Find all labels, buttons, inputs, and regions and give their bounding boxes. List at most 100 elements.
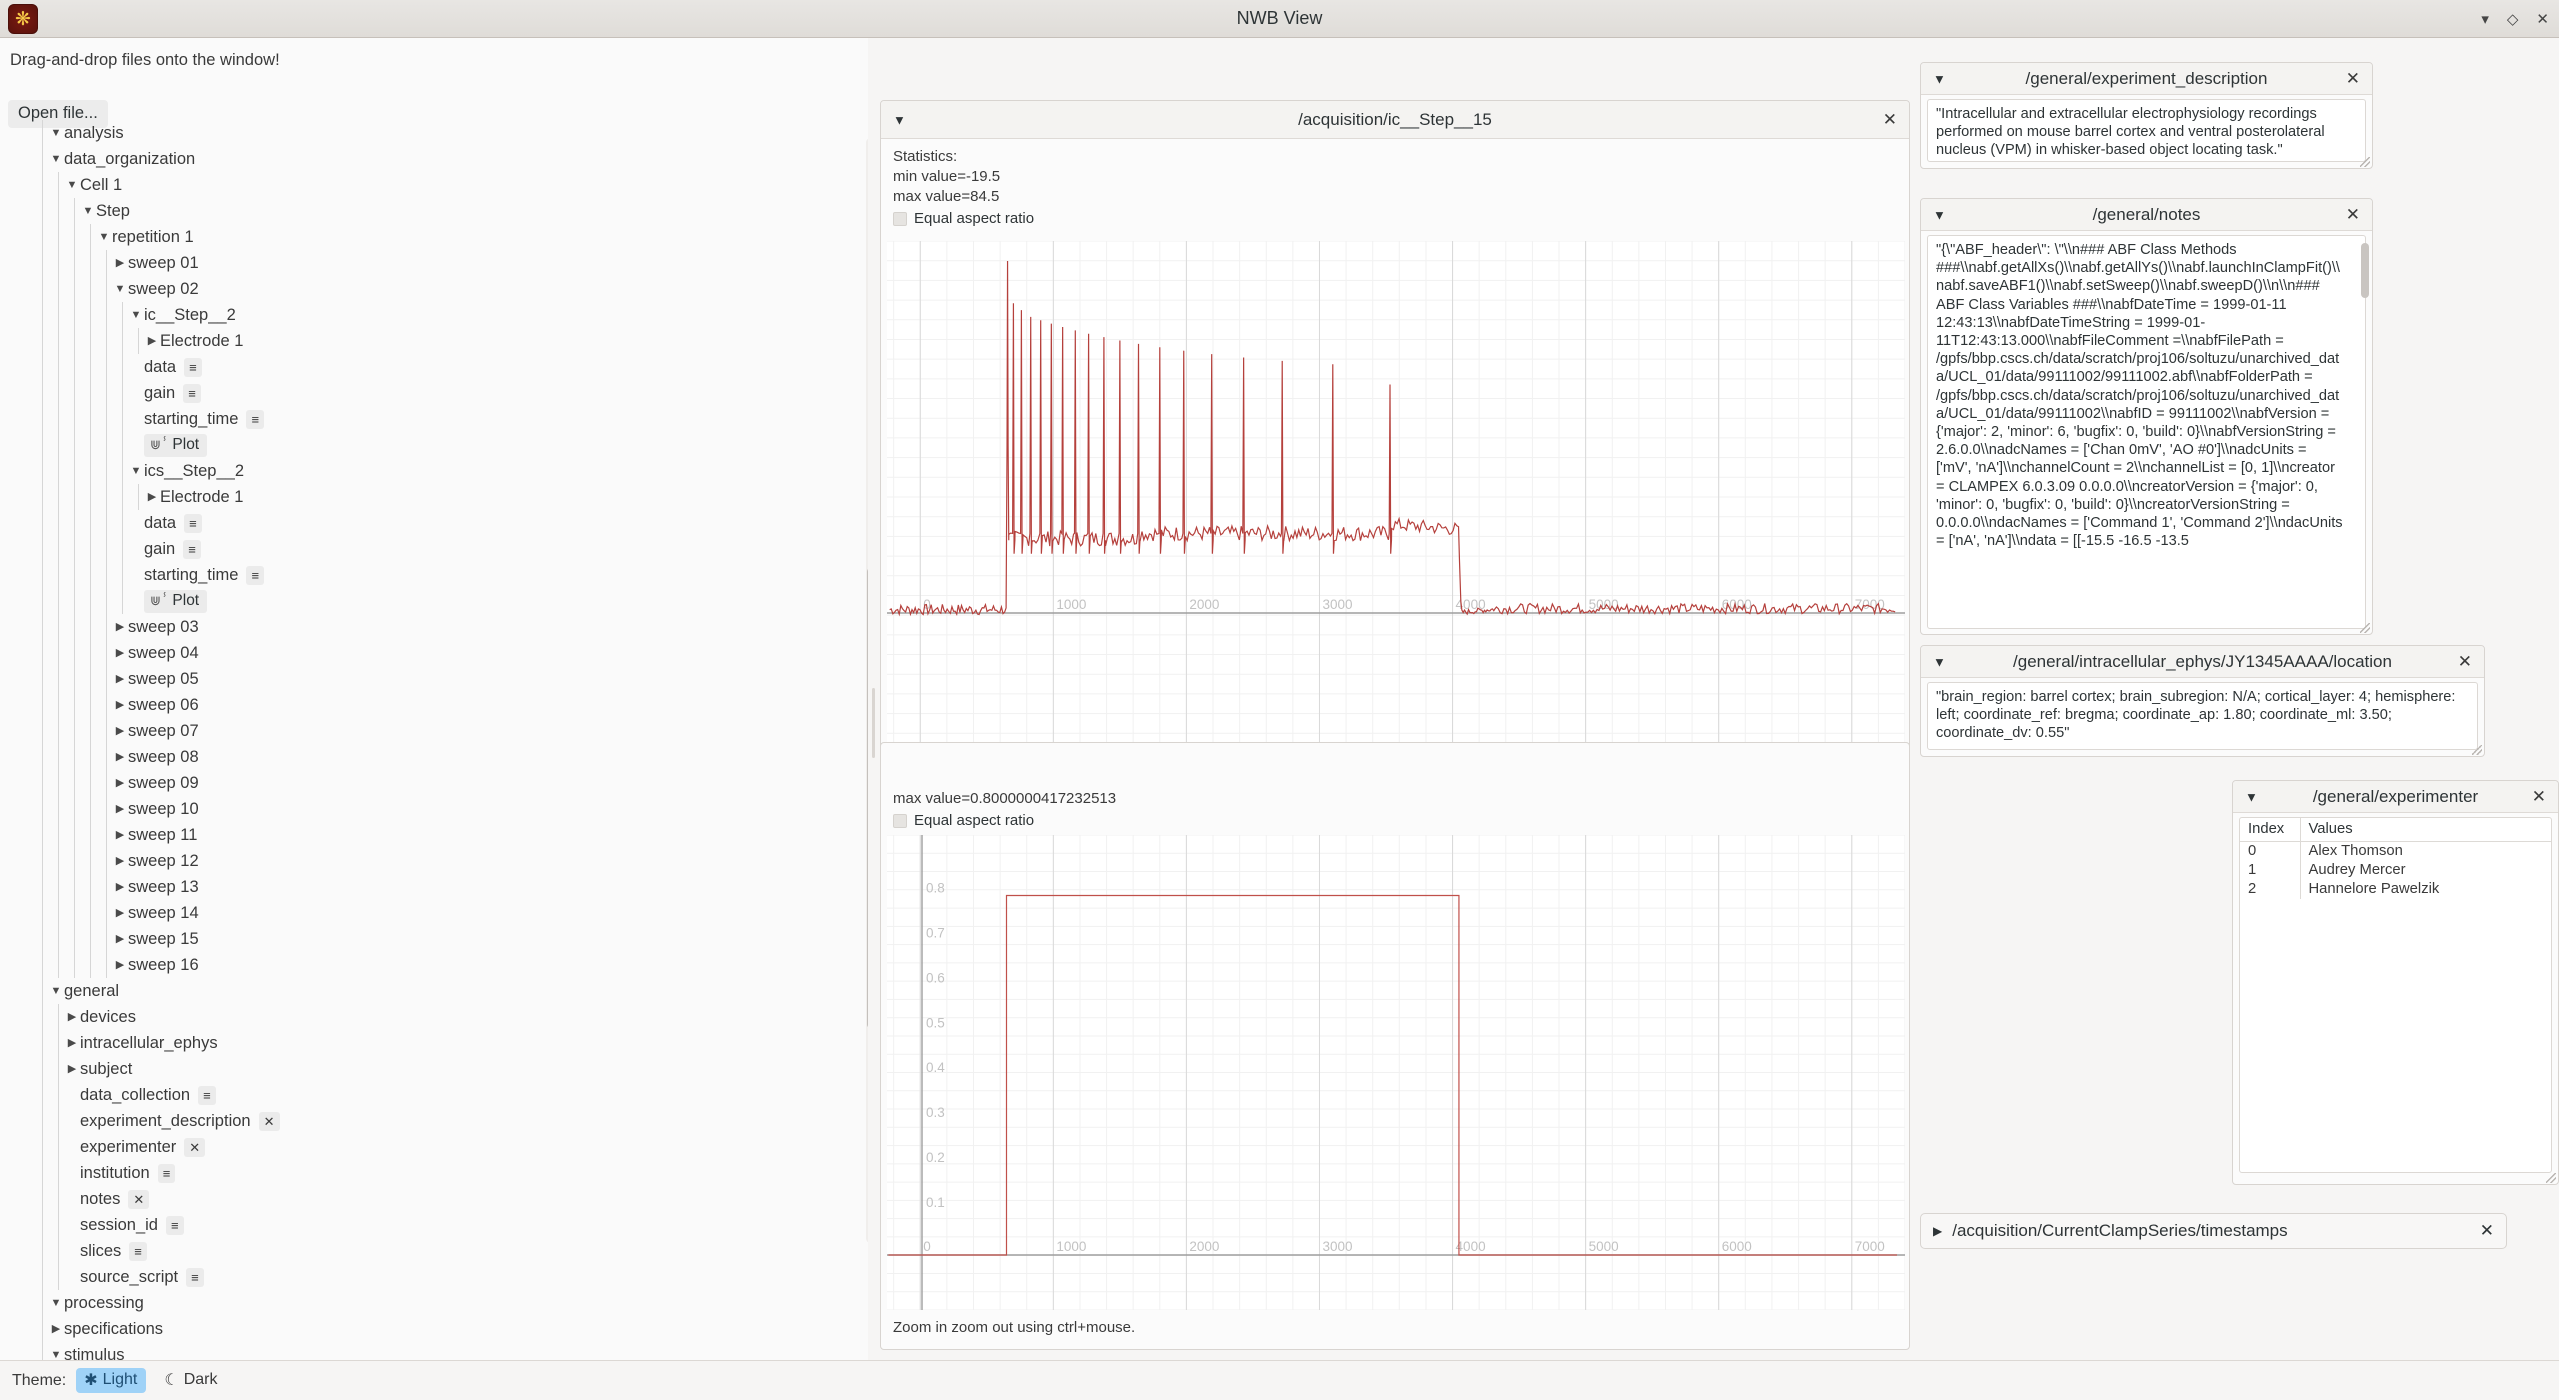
left-splitter[interactable]	[868, 38, 880, 1360]
caret-right-icon[interactable]: ▶	[112, 770, 128, 796]
tree-item-sweep-10[interactable]: ▶ sweep 10	[0, 796, 868, 822]
close-icon[interactable]: ✕	[1883, 110, 1897, 130]
tree-item-analysis[interactable]: ▼ analysis	[0, 120, 868, 146]
tree-item-sweep-09[interactable]: ▶ sweep 09	[0, 770, 868, 796]
tree-item-processing[interactable]: ▼ processing	[0, 1290, 868, 1316]
collapse-caret-icon[interactable]: ▼	[2245, 789, 2258, 804]
caret-right-icon[interactable]: ▶	[112, 952, 128, 978]
tree-item-devices[interactable]: ▶ devices	[0, 1004, 868, 1030]
close-icon[interactable]: ✕	[128, 1189, 150, 1209]
caret-right-icon[interactable]: ▶	[64, 1056, 80, 1082]
tree-item-sweep-02[interactable]: ▼ sweep 02	[0, 276, 868, 302]
experimenter-table-wrap[interactable]: Index Values 0 Alex Thomson 1 Audrey Mercer 2 H…	[2239, 817, 2552, 1173]
caret-right-icon[interactable]: ▶	[112, 900, 128, 926]
caret-down-icon[interactable]: ▼	[64, 172, 80, 198]
tree-item-sweep-03[interactable]: ▶ sweep 03	[0, 614, 868, 640]
location-text[interactable]: "brain_region: barrel cortex; brain_subr…	[1927, 682, 2478, 750]
tree-item-sweep-12[interactable]: ▶ sweep 12	[0, 848, 868, 874]
caret-right-icon[interactable]: ▶	[144, 484, 160, 510]
tree-item-experimenter[interactable]: experimenter ✕	[0, 1134, 868, 1160]
tree-item-sweep-14[interactable]: ▶ sweep 14	[0, 900, 868, 926]
close-icon[interactable]: ✕	[184, 1137, 206, 1157]
panel-timestamps-collapsed[interactable]: ▶ /acquisition/CurrentClampSeries/timest…	[1920, 1213, 2507, 1249]
caret-down-icon[interactable]: ▼	[48, 120, 64, 146]
caret-down-icon[interactable]: ▼	[96, 224, 112, 250]
tree-item-sweep-04[interactable]: ▶ sweep 04	[0, 640, 868, 666]
tree-item-notes[interactable]: notes ✕	[0, 1186, 868, 1212]
tree-item-step[interactable]: ▼ Step	[0, 198, 868, 224]
plot-canvas-1[interactable]: 0 1000 2000 3000 4000 5000 6000 7000	[887, 241, 1905, 753]
theme-option-light[interactable]: ✱ Light	[76, 1368, 147, 1393]
caret-down-icon[interactable]: ▼	[112, 276, 128, 302]
tree-item-gain[interactable]: gain ≡	[0, 380, 868, 406]
table-view-icon[interactable]: ≡	[157, 1163, 176, 1183]
caret-down-icon[interactable]: ▼	[48, 146, 64, 172]
table-view-icon[interactable]: ≡	[184, 513, 202, 533]
table-row[interactable]: 2 Hannelore Pawelzik	[2240, 880, 2551, 899]
notes-text[interactable]: "{\"ABF_header\": \"\\n### ABF Class Met…	[1927, 235, 2366, 629]
tree-item-plot[interactable]: ⋓ⸯ Plot	[0, 588, 868, 614]
caret-down-icon[interactable]: ▼	[48, 1290, 64, 1316]
tree-item-gain[interactable]: gain ≡	[0, 536, 868, 562]
close-icon[interactable]: ✕	[258, 1111, 280, 1131]
caret-right-icon[interactable]: ▶	[112, 614, 128, 640]
table-view-icon[interactable]: ≡	[183, 383, 201, 403]
column-header-index[interactable]: Index	[2240, 818, 2301, 842]
tree-item-sweep-08[interactable]: ▶ sweep 08	[0, 744, 868, 770]
tree-item-stimulus[interactable]: ▼ stimulus	[0, 1342, 868, 1360]
table-view-icon[interactable]: ≡	[246, 409, 265, 429]
splitter-grip[interactable]	[872, 688, 875, 758]
caret-right-icon[interactable]: ▶	[64, 1030, 80, 1056]
close-icon[interactable]: ✕	[2480, 1221, 2494, 1241]
table-view-icon[interactable]: ≡	[198, 1085, 216, 1105]
close-icon[interactable]: ✕	[2458, 652, 2472, 672]
tree-item-cell-1[interactable]: ▼ Cell 1	[0, 172, 868, 198]
tree-item-data[interactable]: data ≡	[0, 510, 868, 536]
caret-right-icon[interactable]: ▶	[112, 744, 128, 770]
caret-right-icon[interactable]: ▶	[112, 848, 128, 874]
tree-item-data[interactable]: data ≡	[0, 354, 868, 380]
equal-aspect-ratio-checkbox[interactable]	[893, 813, 907, 828]
table-view-icon[interactable]: ≡	[184, 357, 202, 377]
plot-button[interactable]: ⋓ⸯ Plot	[144, 589, 208, 613]
resize-grip[interactable]	[2360, 157, 2370, 167]
collapse-caret-icon[interactable]: ▼	[893, 112, 906, 127]
table-view-icon[interactable]: ≡	[246, 565, 265, 585]
caret-right-icon[interactable]: ▶	[112, 874, 128, 900]
tree-item-intracellular-ephys[interactable]: ▶ intracellular_ephys	[0, 1030, 868, 1056]
caret-right-icon[interactable]: ▶	[112, 926, 128, 952]
caret-right-icon[interactable]: ▶	[112, 796, 128, 822]
tree-item-sweep-01[interactable]: ▶ sweep 01	[0, 250, 868, 276]
tree-item-sweep-05[interactable]: ▶ sweep 05	[0, 666, 868, 692]
caret-down-icon[interactable]: ▼	[48, 1342, 64, 1360]
resize-grip[interactable]	[2360, 623, 2370, 633]
collapse-caret-icon[interactable]: ▼	[1933, 207, 1946, 222]
tree-item-data-collection[interactable]: data_collection ≡	[0, 1082, 868, 1108]
tree-item-sweep-06[interactable]: ▶ sweep 06	[0, 692, 868, 718]
tree-item-starting-time[interactable]: starting_time ≡	[0, 406, 868, 432]
caret-down-icon[interactable]: ▼	[128, 458, 144, 484]
tree-item-slices[interactable]: slices ≡	[0, 1238, 868, 1264]
tree-item-repetition-1[interactable]: ▼ repetition 1	[0, 224, 868, 250]
timestamps-header[interactable]: ▶ /acquisition/CurrentClampSeries/timest…	[1920, 1213, 2507, 1249]
tree-item-sweep-11[interactable]: ▶ sweep 11	[0, 822, 868, 848]
collapse-caret-icon[interactable]: ▼	[1933, 71, 1946, 86]
tree-item-specifications[interactable]: ▶ specifications	[0, 1316, 868, 1342]
tree-item-session-id[interactable]: session_id ≡	[0, 1212, 868, 1238]
tree-item-plot[interactable]: ⋓ⸯ Plot	[0, 432, 868, 458]
table-row[interactable]: 0 Alex Thomson	[2240, 841, 2551, 861]
nwb-tree[interactable]: ▼ analysis ▼ data_organization ▼ Cell 1 ▼ Step ▼…	[0, 120, 868, 1360]
caret-right-icon[interactable]: ▶	[112, 692, 128, 718]
table-view-icon[interactable]: ≡	[129, 1241, 147, 1261]
tree-item-ic-step-2[interactable]: ▼ ic__Step__2	[0, 302, 868, 328]
plot-canvas-2[interactable]: 0 1000 2000 3000 4000 5000 6000 7000 0.1 0.2 0.3 0.…	[887, 835, 1905, 1310]
caret-right-icon[interactable]: ▶	[112, 822, 128, 848]
table-view-icon[interactable]: ≡	[186, 1267, 204, 1287]
caret-right-icon[interactable]: ▶	[144, 328, 160, 354]
tree-item-sweep-16[interactable]: ▶ sweep 16	[0, 952, 868, 978]
tree-item-sweep-13[interactable]: ▶ sweep 13	[0, 874, 868, 900]
tree-item-general[interactable]: ▼ general	[0, 978, 868, 1004]
caret-down-icon[interactable]: ▼	[128, 302, 144, 328]
notes-scrollbar-thumb[interactable]	[2361, 243, 2369, 298]
equal-aspect-ratio-checkbox[interactable]	[893, 211, 907, 226]
